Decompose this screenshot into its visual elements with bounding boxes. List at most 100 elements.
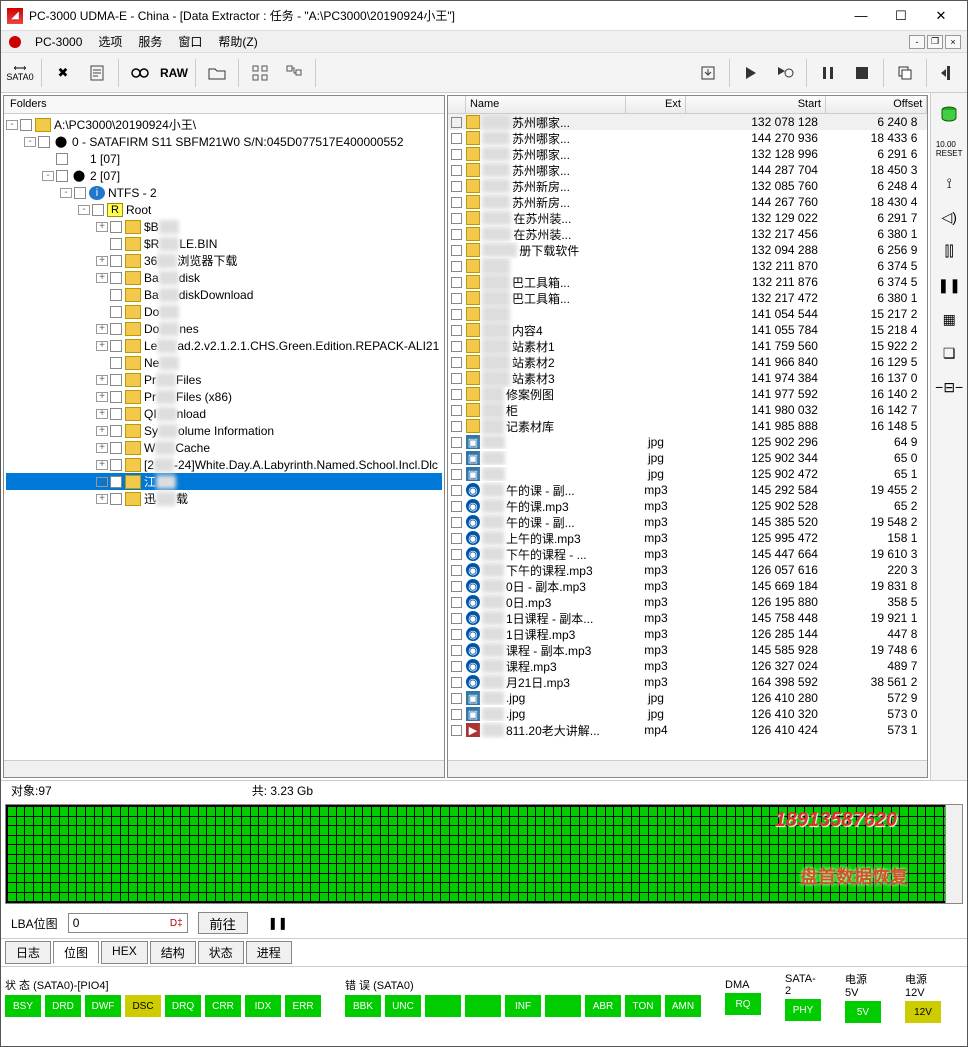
file-row[interactable]: 图标 141 054 544 15 217 2 [448, 306, 927, 322]
hw-ERR[interactable]: ERR [285, 995, 321, 1017]
file-row[interactable]: xxxx苏州哪家... 144 287 704 18 450 3 [448, 162, 927, 178]
file-row[interactable]: 发发巴工具箱... 132 211 876 6 374 5 [448, 274, 927, 290]
mdi-minimize-button[interactable]: - [909, 35, 925, 49]
file-list-header[interactable]: Name Ext Start Offset [448, 96, 927, 114]
export-icon[interactable] [693, 58, 723, 88]
file-row[interactable]: ◉xxx下午的课程.mp3 mp3 126 057 616 220 3 [448, 562, 927, 578]
hw-CRR[interactable]: CRR [205, 995, 241, 1017]
file-row[interactable]: 发发巴工具箱... 132 217 472 6 380 1 [448, 290, 927, 306]
tree-node[interactable]: -iNTFS - 2 [6, 184, 442, 201]
file-row[interactable]: ◉xxx0日 - 副本.mp3 mp3 145 669 184 19 831 8 [448, 578, 927, 594]
sector-map-scroll[interactable] [945, 805, 962, 903]
tree-node[interactable]: $RxxLE.BIN [6, 235, 442, 252]
sata0-button[interactable]: ⟷SATA0 [5, 58, 35, 88]
mdi-restore-button[interactable]: ❐ [927, 35, 943, 49]
tree-node[interactable]: Nexx [6, 354, 442, 371]
hw-RQ[interactable]: RQ [725, 993, 761, 1015]
hw-DWF[interactable]: DWF [85, 995, 121, 1017]
file-row[interactable]: 每xx内容4 141 055 784 15 218 4 [448, 322, 927, 338]
tree-node[interactable]: Doxx [6, 303, 442, 320]
file-row[interactable]: ◉xxx课程.mp3 mp3 126 327 024 489 7 [448, 658, 927, 674]
tool-icon-1[interactable]: ⟟ [933, 167, 965, 199]
tree-node[interactable]: +江xx [6, 473, 442, 490]
tree-icon-1[interactable] [245, 58, 275, 88]
file-row[interactable]: xxxx苏州哪家... 132 078 128 6 240 8 [448, 114, 927, 130]
mdi-close-button[interactable]: × [945, 35, 961, 49]
file-row[interactable]: ▣xxx.jpg jpg 126 410 320 573 0 [448, 706, 927, 722]
db-icon[interactable] [933, 99, 965, 131]
file-row[interactable]: xxxx苏州新房... 132 085 760 6 248 4 [448, 178, 927, 194]
tree-node[interactable]: +[2xx-24]White.Day.A.Labyrinth.Named.Sch… [6, 456, 442, 473]
file-row[interactable]: xxxx苏州新房... 144 267 760 18 430 4 [448, 194, 927, 210]
tree-hscroll[interactable] [4, 760, 444, 777]
menu-window[interactable]: 窗口 [170, 31, 210, 52]
file-row[interactable]: 装x记素材库 141 985 888 16 148 5 [448, 418, 927, 434]
file-row[interactable]: ◉xxx下午的课程 - ... mp3 145 447 664 19 610 3 [448, 546, 927, 562]
hw-5V[interactable]: 5V [845, 1001, 881, 1023]
file-row[interactable]: ▣1xx jpg 125 902 344 65 0 [448, 450, 927, 466]
binoculars-icon[interactable] [125, 58, 155, 88]
file-row[interactable]: 每xx站素材2 141 966 840 16 129 5 [448, 354, 927, 370]
hw-DSC[interactable]: DSC [125, 995, 161, 1017]
hw-BBK[interactable]: BBK [345, 995, 381, 1017]
layers-icon[interactable]: ❏ [933, 337, 965, 369]
hw-TON[interactable]: TON [625, 995, 661, 1017]
file-row[interactable]: ◉xxx1日课程.mp3 mp3 126 285 144 447 8 [448, 626, 927, 642]
go-button[interactable]: 前往 [198, 912, 248, 934]
tab-位图[interactable]: 位图 [53, 941, 99, 964]
menu-options[interactable]: 选项 [90, 31, 130, 52]
lba-pause-icon[interactable]: ❚❚ [268, 916, 288, 930]
file-row[interactable]: ◉xxx上午的课.mp3 mp3 125 995 472 158 1 [448, 530, 927, 546]
hw-BSY[interactable]: BSY [5, 995, 41, 1017]
tab-状态[interactable]: 状态 [198, 941, 244, 964]
file-row[interactable]: ◉xxx午的课 - 副... mp3 145 292 584 19 455 2 [448, 482, 927, 498]
tab-结构[interactable]: 结构 [150, 941, 196, 964]
tree-node[interactable]: +36xx浏览器下载 [6, 252, 442, 269]
link-icon[interactable]: −⊟− [933, 371, 965, 403]
tree-node[interactable]: +Doxxnes [6, 320, 442, 337]
file-row[interactable]: ◉xxx课程 - 副本.mp3 mp3 145 585 928 19 748 6 [448, 642, 927, 658]
tree-node[interactable]: +Lexxad.2.v2.1.2.1.CHS.Green.Edition.REP… [6, 337, 442, 354]
hw-blank[interactable] [425, 995, 461, 1017]
file-row[interactable]: 毛x修案例图 141 977 592 16 140 2 [448, 386, 927, 402]
file-row[interactable]: 每xx站素材3 141 974 384 16 137 0 [448, 370, 927, 386]
file-row[interactable]: ▣xxx.jpg jpg 126 410 280 572 9 [448, 690, 927, 706]
tree-node[interactable]: +Syxxolume Information [6, 422, 442, 439]
reset-icon[interactable]: 10.00RESET [933, 133, 965, 165]
tree-node[interactable]: +WxxCache [6, 439, 442, 456]
folder-tree[interactable]: -A:\PC3000\20190924小王\-⬤0 - SATAFIRM S11… [4, 114, 444, 760]
file-row[interactable]: QQ3x册下载软件 132 094 288 6 256 9 [448, 242, 927, 258]
file-row[interactable]: 每xx站素材1 141 759 560 15 922 2 [448, 338, 927, 354]
tree-node[interactable]: -RRoot [6, 201, 442, 218]
tree-icon-2[interactable] [279, 58, 309, 88]
sound-icon[interactable]: ◁) [933, 201, 965, 233]
hw-12V[interactable]: 12V [905, 1001, 941, 1023]
hw-ABR[interactable]: ABR [585, 995, 621, 1017]
file-row[interactable]: xxxx苏州哪家... 144 270 936 18 433 6 [448, 130, 927, 146]
tree-node[interactable]: +PrxxFiles [6, 371, 442, 388]
file-row[interactable]: ◉xxx午的课.mp3 mp3 125 902 528 65 2 [448, 498, 927, 514]
tree-node[interactable]: +迅xx载 [6, 490, 442, 507]
tree-node[interactable]: +Baxxdisk [6, 269, 442, 286]
hw-blank[interactable] [465, 995, 501, 1017]
col-start[interactable]: Start [686, 96, 826, 113]
tree-node[interactable]: -⬤2 [07] [6, 167, 442, 184]
file-row[interactable]: 20xx在苏州装... 132 129 022 6 291 7 [448, 210, 927, 226]
tree-node[interactable]: BaxxdiskDownload [6, 286, 442, 303]
hw-INF[interactable]: INF [505, 995, 541, 1017]
col-ext[interactable]: Ext [626, 96, 686, 113]
menu-services[interactable]: 服务 [130, 31, 170, 52]
file-row[interactable]: 作图 132 211 870 6 374 5 [448, 258, 927, 274]
file-row[interactable]: xxxx苏州哪家... 132 128 996 6 291 6 [448, 146, 927, 162]
menu-help[interactable]: 帮助(Z) [210, 31, 265, 52]
file-row[interactable]: ◉xxx午的课 - 副... mp3 145 385 520 19 548 2 [448, 514, 927, 530]
col-name[interactable]: Name [466, 96, 626, 113]
filelist-hscroll[interactable] [448, 760, 927, 777]
grid-icon[interactable]: ▦ [933, 303, 965, 335]
hw-IDX[interactable]: IDX [245, 995, 281, 1017]
hw-PHY[interactable]: PHY [785, 999, 821, 1021]
file-list[interactable]: xxxx苏州哪家... 132 078 128 6 240 8 xxxx苏州哪家… [448, 114, 927, 760]
open-folder-icon[interactable] [202, 58, 232, 88]
report-icon[interactable] [82, 58, 112, 88]
pause2-icon[interactable]: ❚❚ [933, 269, 965, 301]
